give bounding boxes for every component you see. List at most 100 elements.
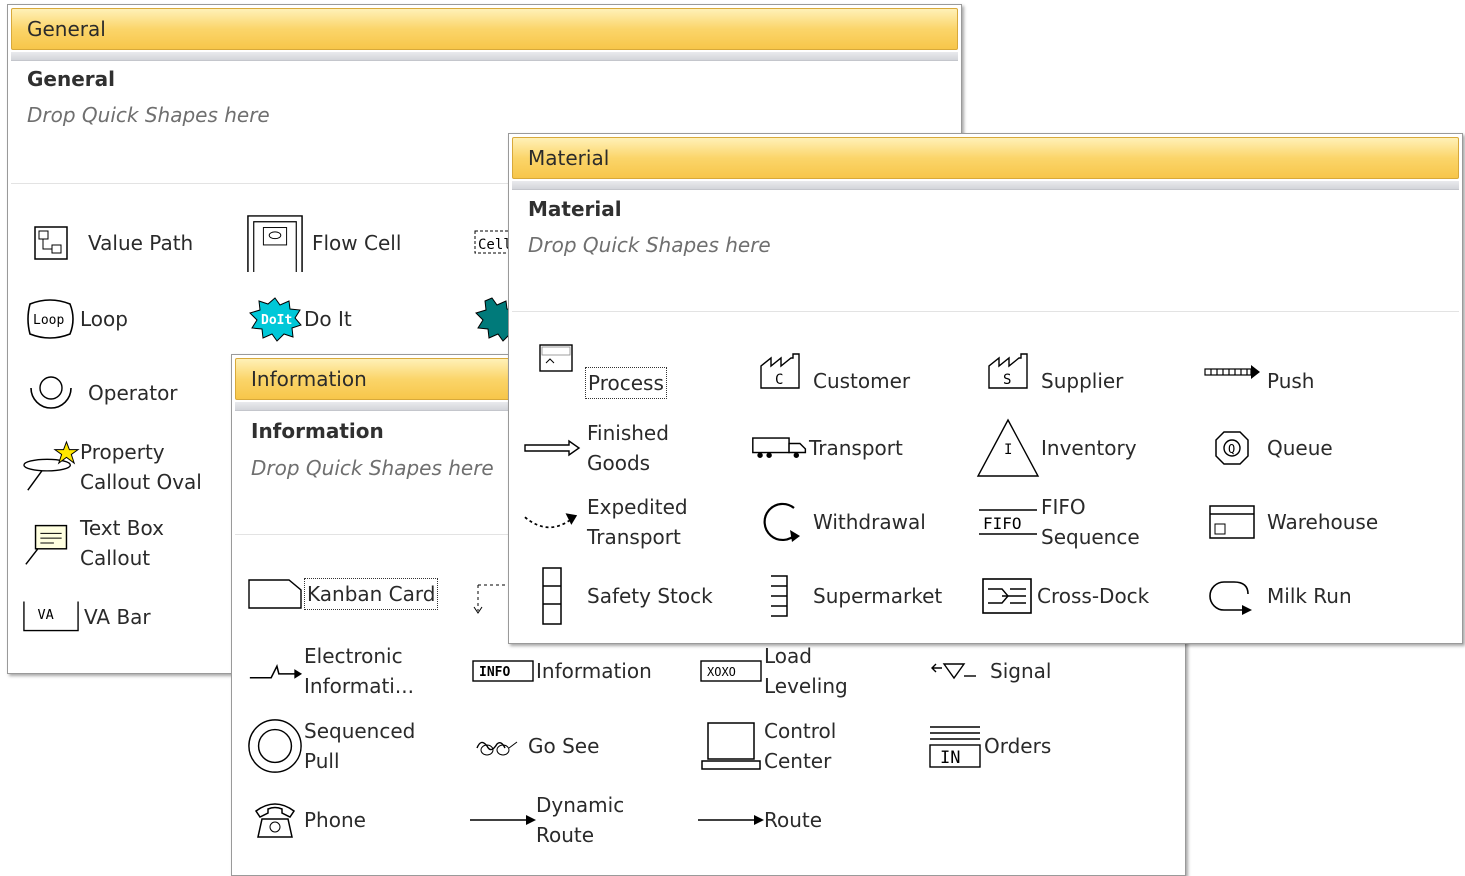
shape-fifo-sequence[interactable]: FIFO FIFO Sequence [975,492,1151,552]
separator [512,311,1459,312]
shape-label: Milk Run [1267,584,1352,608]
partial-teal-icon[interactable] [472,294,513,344]
shape-operator[interactable]: Operator [22,363,178,423]
loop-icon-text: Loop [33,313,64,328]
property-callout-oval-icon [22,438,80,496]
shape-phone[interactable]: Phone [246,790,366,850]
shape-load-leveling[interactable]: XOXO Load Leveling [698,641,864,701]
shape-label: Operator [88,381,178,405]
queue-q-text: Q [1228,442,1235,456]
shape-cross-dock[interactable]: Cross-Dock [979,566,1149,626]
transport-truck-icon [751,419,809,477]
phone-icon [246,791,304,849]
shape-do-it[interactable]: DoIt Do It [246,289,352,349]
go-see-icon [470,717,528,775]
kanban-card-icon [246,565,304,623]
shape-withdrawal[interactable]: Withdrawal [751,492,926,552]
do-it-icon: DoIt [246,290,304,348]
flow-cell-icon [246,214,304,272]
expedited-transport-icon [523,493,581,551]
shape-safety-stock[interactable]: Safety Stock [523,566,713,626]
shape-label: Expedited Transport [587,495,688,549]
quick-shapes-drop-zone[interactable]: Drop Quick Shapes here [251,456,494,480]
shape-milk-run[interactable]: Milk Run [1203,566,1352,626]
shape-va-bar[interactable]: VA VA Bar [22,587,151,647]
shape-flow-cell[interactable]: Flow Cell [246,213,401,273]
va-bar-icon: VA [22,588,80,646]
fifo-sequence-icon: FIFO [975,493,1041,551]
shape-label: Cross-Dock [1037,584,1150,608]
control-center-icon [698,717,764,775]
shape-label: Finished Goods [587,421,669,475]
shape-electronic-information[interactable]: Electronic Informati... [246,641,434,701]
shape-expedited-transport[interactable]: Expedited Transport [523,492,697,552]
shape-label: Supplier [1041,369,1124,393]
info-icon-text: INFO [479,665,510,680]
process-icon [523,343,581,401]
shape-label: Transport [809,436,903,460]
shape-control-center[interactable]: Control Center [698,716,864,776]
shape-label: Kanban Card [304,578,439,610]
material-panel: Material Material Drop Quick Shapes here… [508,133,1463,644]
shape-queue[interactable]: Q Queue [1203,418,1333,478]
shape-label: Loop [80,307,128,331]
milk-run-icon [1203,567,1261,625]
shape-route[interactable]: Route [698,790,822,850]
route-icon [698,791,764,849]
title-underline [11,52,958,61]
general-title-bar[interactable]: General [11,8,958,50]
shape-dynamic-route[interactable]: Dynamic Route [470,790,646,850]
supplier-icon: S [979,343,1037,401]
shape-warehouse[interactable]: Warehouse [1203,492,1378,552]
shape-signal[interactable]: Signal [926,641,1051,701]
shape-loop[interactable]: Loop Loop [22,289,128,349]
quick-shapes-heading: Material [528,197,622,221]
warehouse-icon [1203,493,1261,551]
shape-label: Route [764,808,823,832]
shape-process[interactable]: Process [523,342,667,402]
information-icon: INFO [470,642,536,700]
quick-shapes-drop-zone[interactable]: Drop Quick Shapes here [528,233,771,257]
inventory-icon: I [975,418,1041,477]
shape-property-callout-oval[interactable]: Property Callout Oval [22,437,212,497]
shape-supplier[interactable]: S Supplier [979,342,1123,402]
dynamic-route-icon [470,791,536,849]
shape-label: Text Box Callout [80,516,164,570]
shape-go-see[interactable]: Go See [470,716,599,776]
quick-shapes-drop-zone[interactable]: Drop Quick Shapes here [27,103,270,127]
orders-icon: IN [926,717,984,775]
shape-customer[interactable]: C Customer [751,342,910,402]
shape-supermarket[interactable]: Supermarket [751,566,942,626]
shape-label: Go See [528,734,600,758]
partial-withdrawal-kanban-icon[interactable] [468,581,508,617]
shape-label: Sequenced Pull [304,719,416,773]
shape-finished-goods[interactable]: Finished Goods [523,418,697,478]
shape-orders[interactable]: IN Orders [926,716,1051,776]
in-icon-text: IN [940,748,960,768]
title-underline [512,181,1459,190]
shape-label: Process [585,367,667,399]
sequenced-pull-icon [246,717,304,775]
shape-label: Queue [1267,436,1333,460]
supermarket-icon [751,567,809,625]
do-it-icon-text: DoIt [261,313,292,328]
shape-value-path[interactable]: Value Path [22,213,193,273]
shape-sequenced-pull[interactable]: Sequenced Pull [246,716,434,776]
shape-label: VA Bar [84,605,151,629]
shape-label: Inventory [1041,436,1137,460]
shape-push[interactable]: Push [1203,342,1314,402]
shape-information[interactable]: INFO Information [470,641,652,701]
load-leveling-icon: XOXO [698,642,764,700]
material-title-bar[interactable]: Material [512,137,1459,179]
cell-icon[interactable]: Cell [472,227,513,259]
shape-label: Electronic Informati... [304,644,414,698]
shape-transport[interactable]: Transport [751,418,903,478]
va-icon-text: VA [37,607,53,623]
quick-shapes-heading: Information [251,419,384,443]
quick-shapes-heading: General [27,67,115,91]
shape-label: Phone [304,808,366,832]
shape-inventory[interactable]: I Inventory [975,418,1137,478]
shape-text-box-callout[interactable]: Text Box Callout [22,513,180,573]
cell-icon-text: Cell [478,237,512,253]
shape-kanban-card[interactable]: Kanban Card [246,564,439,624]
